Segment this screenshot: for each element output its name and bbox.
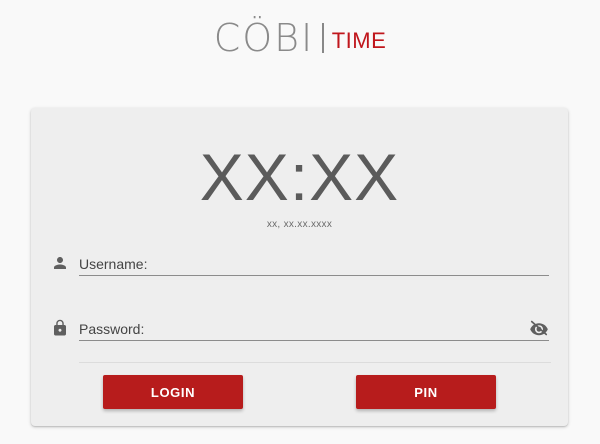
logo-sub-text: TIME — [331, 28, 387, 53]
clock-date: xx, xx.xx.xxxx — [266, 219, 333, 230]
person-icon — [54, 257, 66, 269]
eye-off-icon[interactable] — [529, 320, 549, 336]
login-card: XX:XX xx, xx.xx.xxxx LOGIN PIN — [31, 108, 568, 426]
logo-wordmark: CÖBI — [214, 19, 315, 57]
clock-time: XX:XX — [199, 140, 400, 214]
logo-divider — [322, 23, 324, 53]
password-row — [49, 313, 551, 343]
app-logo: CÖBI TIME — [0, 18, 600, 58]
password-input[interactable] — [79, 313, 549, 341]
lock-icon — [54, 319, 66, 336]
username-row — [49, 248, 551, 278]
form-divider — [79, 362, 551, 363]
logo-main-text: CÖBI — [213, 16, 315, 60]
pin-button[interactable]: PIN — [356, 375, 496, 409]
username-input[interactable] — [79, 248, 549, 276]
login-button[interactable]: LOGIN — [103, 375, 243, 409]
